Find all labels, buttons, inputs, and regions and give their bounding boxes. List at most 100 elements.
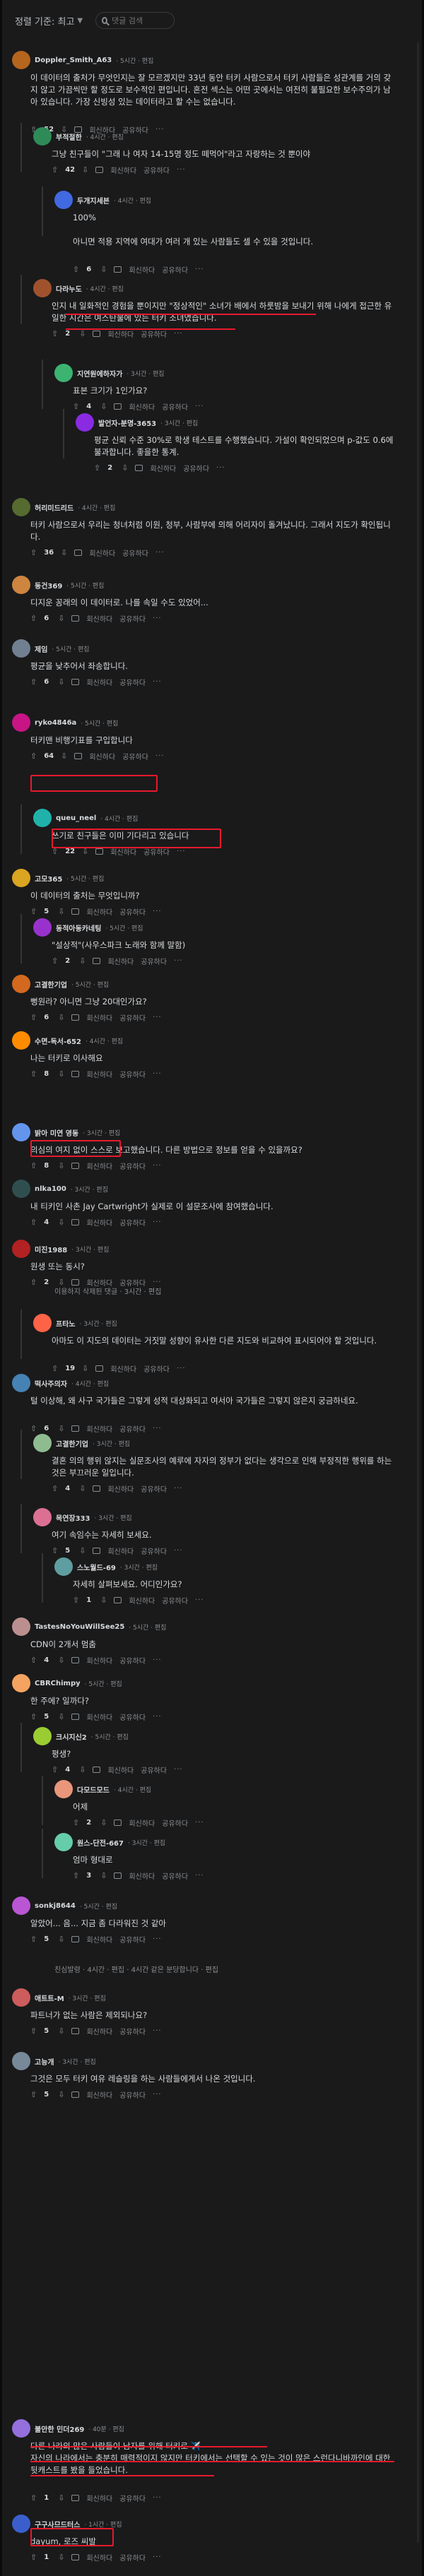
upvote-icon[interactable]: ⇧ xyxy=(52,1484,58,1493)
reply-button[interactable]: 회신하다 xyxy=(110,1363,136,1374)
upvote-icon[interactable]: ⇧ xyxy=(30,1935,37,1944)
upvote-icon[interactable]: ⇧ xyxy=(30,1013,37,1022)
comment-username[interactable]: 발언자-분명-3653 xyxy=(98,417,156,428)
upvote-icon[interactable]: ⇧ xyxy=(30,2553,37,2562)
upvote-icon[interactable]: ⇧ xyxy=(73,1818,79,1827)
reply-icon[interactable] xyxy=(93,1767,101,1773)
comment-username[interactable]: 고결한기업 xyxy=(56,1438,88,1449)
reply-icon[interactable] xyxy=(114,1820,122,1826)
share-button[interactable]: 공유하다 xyxy=(119,906,146,917)
more-options-icon[interactable]: ··· xyxy=(153,1162,162,1170)
reply-button[interactable]: 회신하다 xyxy=(86,1069,112,1079)
comment-username[interactable]: 애트트-M xyxy=(35,1993,64,2003)
comment-username[interactable]: ryko4846a xyxy=(35,719,76,727)
avatar[interactable] xyxy=(12,2419,30,2438)
downvote-icon[interactable]: ⇩ xyxy=(100,402,107,411)
more-options-icon[interactable]: ··· xyxy=(174,1547,183,1555)
comment-username[interactable]: Doppler_Smith_A63 xyxy=(35,57,112,64)
thread-line[interactable] xyxy=(20,275,22,324)
more-options-icon[interactable]: ··· xyxy=(216,464,225,472)
comment-username[interactable]: 수면-독서-652 xyxy=(35,1035,81,1046)
more-options-icon[interactable]: ··· xyxy=(174,330,183,338)
comment-username[interactable]: 떡사주의자 xyxy=(35,1378,67,1389)
upvote-icon[interactable]: ⇧ xyxy=(30,1069,37,1079)
reply-button[interactable]: 회신하다 xyxy=(89,547,115,558)
reply-button[interactable]: 회신하다 xyxy=(107,956,134,966)
thread-line[interactable] xyxy=(42,1553,43,1603)
reply-button[interactable]: 회신하다 xyxy=(86,1934,112,1945)
more-options-icon[interactable]: ··· xyxy=(153,2553,162,2561)
avatar[interactable] xyxy=(54,1780,73,1798)
upvote-icon[interactable]: ⇧ xyxy=(52,329,58,338)
thread-line[interactable] xyxy=(20,1723,22,1772)
avatar[interactable] xyxy=(12,1988,30,2007)
comment-username[interactable]: 동적아동카네팅 xyxy=(56,922,101,933)
comment-username[interactable]: 다라누도 xyxy=(56,283,82,294)
upvote-icon[interactable]: ⇧ xyxy=(73,265,79,274)
downvote-icon[interactable]: ⇩ xyxy=(100,1596,107,1605)
downvote-icon[interactable]: ⇩ xyxy=(58,677,64,687)
upvote-icon[interactable]: ⇧ xyxy=(30,752,37,761)
reply-icon[interactable] xyxy=(71,1936,80,1942)
share-button[interactable]: 공유하다 xyxy=(119,2089,146,2100)
search-input[interactable] xyxy=(112,16,169,25)
comment-username[interactable]: CBRChimpy xyxy=(35,1680,81,1687)
share-button[interactable]: 공유하다 xyxy=(119,677,146,687)
reply-button[interactable]: 회신하다 xyxy=(86,2552,112,2563)
search-box[interactable] xyxy=(95,12,175,29)
reply-icon[interactable] xyxy=(71,1219,80,1225)
downvote-icon[interactable]: ⇩ xyxy=(58,1161,64,1170)
avatar[interactable] xyxy=(12,1897,30,1915)
reply-icon[interactable] xyxy=(135,465,143,471)
reply-button[interactable]: 회신하다 xyxy=(107,1483,134,1494)
reply-icon[interactable] xyxy=(93,331,101,337)
more-options-icon[interactable]: ··· xyxy=(177,1365,186,1372)
downvote-icon[interactable]: ⇩ xyxy=(100,265,107,274)
more-options-icon[interactable]: ··· xyxy=(155,549,165,557)
reply-icon[interactable] xyxy=(71,1657,80,1663)
avatar[interactable] xyxy=(12,576,30,594)
more-options-icon[interactable]: ··· xyxy=(153,2091,162,2099)
upvote-icon[interactable]: ⇧ xyxy=(30,2026,37,2036)
downvote-icon[interactable]: ⇩ xyxy=(58,1712,64,1721)
more-options-icon[interactable]: ··· xyxy=(153,1218,162,1226)
share-button[interactable]: 공유하다 xyxy=(141,956,167,966)
thread-line[interactable] xyxy=(20,1430,22,1479)
share-button[interactable]: 공유하다 xyxy=(119,1217,146,1228)
more-options-icon[interactable]: ··· xyxy=(195,403,204,410)
reply-button[interactable]: 회신하다 xyxy=(86,677,112,687)
reply-button[interactable]: 회신하다 xyxy=(86,613,112,624)
reply-button[interactable]: 회신하다 xyxy=(107,1545,134,1556)
share-button[interactable]: 공유하다 xyxy=(119,1012,146,1023)
avatar[interactable] xyxy=(33,1314,52,1332)
downvote-icon[interactable]: ⇩ xyxy=(61,548,67,557)
share-button[interactable]: 공유하다 xyxy=(162,401,188,412)
more-options-icon[interactable]: ··· xyxy=(177,848,186,855)
reply-icon[interactable] xyxy=(114,403,122,410)
share-button[interactable]: 공유하다 xyxy=(162,264,188,275)
avatar[interactable] xyxy=(12,869,30,887)
more-options-icon[interactable]: ··· xyxy=(153,678,162,686)
comment-username[interactable]: 고결한기업 xyxy=(35,979,67,990)
upvote-icon[interactable]: ⇧ xyxy=(52,165,58,174)
reply-icon[interactable] xyxy=(71,1163,80,1169)
reply-icon[interactable] xyxy=(93,1485,101,1492)
reply-button[interactable]: 회신하다 xyxy=(86,1217,112,1228)
more-options-icon[interactable]: ··· xyxy=(153,2494,162,2502)
reply-button[interactable]: 회신하다 xyxy=(86,2089,112,2100)
share-button[interactable]: 공유하다 xyxy=(141,1545,167,1556)
reply-button[interactable]: 회신하다 xyxy=(129,1595,155,1605)
upvote-icon[interactable]: ⇧ xyxy=(73,402,79,411)
reply-button[interactable]: 회신하다 xyxy=(86,906,112,917)
reply-button[interactable]: 회신하다 xyxy=(86,1711,112,1722)
thread-line[interactable] xyxy=(42,1829,43,1878)
share-button[interactable]: 공유하다 xyxy=(119,1161,146,1171)
more-options-icon[interactable]: ··· xyxy=(174,1766,183,1774)
reply-icon[interactable] xyxy=(95,1365,104,1372)
avatar[interactable] xyxy=(76,413,94,432)
downvote-icon[interactable]: ⇩ xyxy=(79,1765,86,1774)
reply-icon[interactable] xyxy=(71,2028,80,2034)
avatar[interactable] xyxy=(12,975,30,993)
more-options-icon[interactable]: ··· xyxy=(153,2027,162,2035)
reply-button[interactable]: 회신하다 xyxy=(150,463,176,473)
